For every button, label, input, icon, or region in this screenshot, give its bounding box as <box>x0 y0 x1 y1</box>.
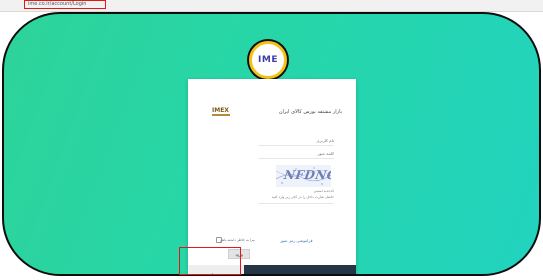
ime-logo: IME <box>249 41 287 79</box>
password-label: کلمه عبور <box>317 151 334 156</box>
imex-logo: IMEX <box>212 107 230 118</box>
ime-logo-text: IME <box>258 55 278 65</box>
imex-logo-bar <box>212 114 230 116</box>
card-title: بازار مشتقه بورس کالای ایران <box>278 109 342 115</box>
remember-me-label: مرا به خاطر داشته باش <box>220 238 255 242</box>
captcha-input[interactable] <box>258 203 334 204</box>
captcha-hint: حاصل عبارت داخل را در کادر زیر وارد کنید <box>271 195 334 199</box>
url-highlight-box <box>24 0 106 9</box>
username-label: نام کاربری <box>316 138 334 143</box>
captcha-text: NFDNG <box>283 168 331 182</box>
imex-logo-text: IMEX <box>212 107 229 114</box>
page-background: IME IMEX بازار مشتقه بورس کالای ایران نا… <box>2 12 541 276</box>
username-field[interactable] <box>258 145 334 146</box>
forgot-password-link[interactable]: فراموشی رمز عبور <box>280 238 313 243</box>
captcha-refresh-link[interactable]: کدجدید امنیتی <box>314 189 334 193</box>
tab-login[interactable]: ورود <box>244 265 356 274</box>
captcha-image: NFDNG <box>276 165 331 187</box>
register-highlight-box <box>179 247 241 275</box>
password-field[interactable] <box>258 158 334 159</box>
